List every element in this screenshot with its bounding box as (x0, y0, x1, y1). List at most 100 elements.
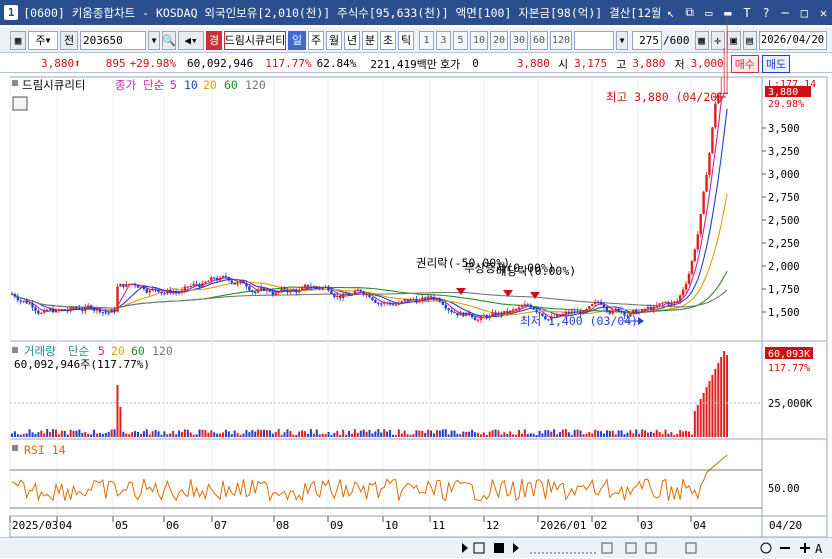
volume-bar (180, 432, 183, 437)
volume-bar (22, 433, 25, 437)
candle-body (151, 288, 154, 291)
volume-bar (274, 431, 277, 437)
forward-icon[interactable] (513, 543, 519, 553)
candle-body (119, 283, 122, 287)
volume-bar (685, 430, 688, 437)
candle-body (89, 305, 93, 309)
candle-body (488, 315, 491, 318)
volume-bar (626, 432, 629, 437)
volume-bar (679, 430, 682, 437)
candle-body (459, 312, 462, 316)
volume-bar (497, 430, 500, 437)
candle-body (391, 304, 395, 306)
volume-bar (210, 430, 213, 437)
candle-body (596, 301, 600, 303)
candle-body (699, 214, 702, 235)
price-y-ticks: 3,500 3,250 3,000 2,750 2,500 2,250 2,000 1,750… (762, 123, 800, 319)
volume-bar (456, 433, 459, 437)
volume-label: 거래량 (24, 344, 56, 358)
candle-body (467, 312, 471, 315)
candle-body (382, 302, 386, 304)
candle-body (426, 296, 430, 300)
volume-bar (403, 430, 406, 437)
fit-icon[interactable] (685, 542, 697, 554)
volume-bar (374, 431, 377, 437)
volume-bar (520, 433, 523, 437)
y-tick-label: 3,500 (768, 123, 800, 135)
candle-body (40, 312, 43, 314)
volume-bar (213, 432, 216, 437)
volume-bar (49, 432, 52, 437)
volume-bar (122, 431, 125, 437)
candle-body (503, 311, 506, 315)
x-tick-label: 05 (115, 519, 128, 532)
candle-body (31, 303, 34, 308)
volume-bar (78, 429, 81, 437)
volume-bar (93, 429, 96, 437)
rewind-icon[interactable] (473, 542, 485, 554)
volume-bar (52, 429, 55, 437)
candle-body (262, 287, 266, 291)
volume-bar (60, 430, 63, 437)
volume-bar (57, 434, 60, 437)
volume-bar (608, 431, 611, 437)
y-tick-label: 3,250 (768, 146, 800, 158)
candle-body (116, 286, 119, 312)
font-size-icon[interactable]: A (815, 542, 823, 556)
candle-body (321, 287, 324, 289)
volume-bar (579, 430, 582, 437)
volume-bar (204, 430, 207, 437)
stock-chart[interactable]: 3,500 3,250 3,000 2,750 2,500 2,250 2,000 1,750… (0, 0, 832, 558)
calculator-icon[interactable] (12, 96, 28, 111)
volume-bar (324, 434, 327, 437)
x-tick-label: 08 (276, 519, 289, 532)
volume-bar (216, 433, 219, 437)
image-icon[interactable] (645, 542, 657, 554)
candle-body (702, 191, 705, 215)
volume-bar (128, 434, 131, 437)
volume-bar (169, 433, 172, 437)
x-tick-label: 2025/03 (12, 519, 58, 532)
volume-bar (687, 431, 690, 437)
zoom-icon[interactable] (760, 542, 772, 554)
zoom-box-icon[interactable] (601, 542, 613, 554)
vol-ma-60: 60 (131, 344, 145, 358)
volume-bar (148, 434, 151, 437)
panel-bullet-icon (12, 80, 18, 86)
volume-bar (427, 429, 430, 437)
volume-y-tick: 25,000K (768, 398, 813, 410)
volume-bar (661, 434, 664, 437)
volume-bar (517, 430, 520, 437)
candle-body (180, 290, 184, 293)
candle-body (415, 298, 418, 303)
volume-bar (444, 429, 447, 437)
volume-bar (529, 433, 532, 437)
volume-bar (309, 429, 312, 437)
volume-bar (195, 434, 198, 437)
candle-body (339, 295, 342, 299)
volume-bar (342, 429, 345, 437)
volume-bar (186, 429, 189, 437)
candle-body (98, 308, 102, 313)
volume-bar (172, 430, 175, 437)
volume-bar (670, 432, 673, 437)
stop-icon[interactable] (494, 543, 504, 553)
candle-body (655, 305, 658, 307)
candle-body (690, 260, 694, 274)
volume-bar (227, 431, 230, 437)
candle-body (385, 302, 389, 304)
volume-bar (649, 431, 652, 437)
volume-bar (582, 434, 585, 437)
volume-bar (292, 434, 295, 437)
volume-bar (298, 431, 301, 437)
volume-bar (295, 434, 298, 437)
candle-body (25, 300, 28, 304)
play-icon[interactable] (462, 543, 468, 553)
candle-body (289, 290, 292, 293)
volume-bar (438, 430, 441, 437)
volume-bar (134, 431, 137, 437)
volume-bar (116, 385, 119, 437)
overview-icon[interactable] (625, 542, 637, 554)
volume-bar (500, 434, 503, 437)
volume-bar (471, 429, 474, 437)
